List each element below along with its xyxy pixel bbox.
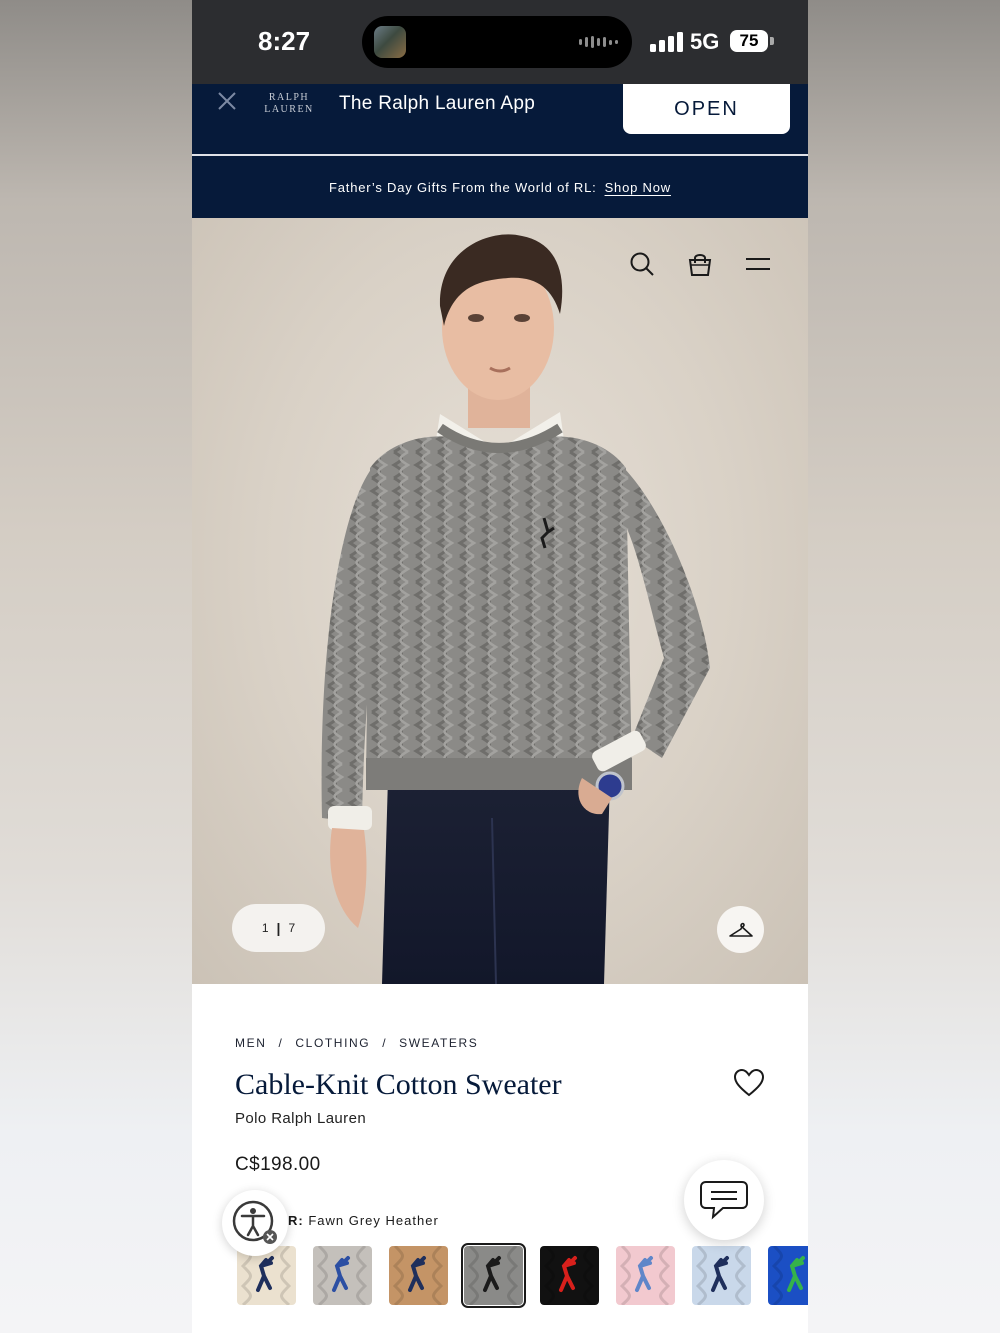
hanger-button[interactable] bbox=[717, 906, 764, 953]
breadcrumb-separator: / bbox=[382, 1036, 388, 1050]
breadcrumb-men[interactable]: MEN bbox=[235, 1036, 266, 1050]
polo-logo-icon bbox=[388, 1246, 448, 1305]
hanger-icon bbox=[728, 922, 753, 937]
battery-level: 75 bbox=[739, 31, 759, 50]
color-swatch[interactable] bbox=[312, 1246, 372, 1305]
polo-logo-icon bbox=[691, 1246, 751, 1305]
ralph-lauren-logo: RALPH LAUREN bbox=[260, 92, 318, 116]
polo-logo-icon bbox=[312, 1246, 372, 1305]
chat-button[interactable] bbox=[684, 1160, 764, 1240]
breadcrumb: MEN / CLOTHING / SWEATERS bbox=[235, 1036, 478, 1050]
polo-logo-icon bbox=[464, 1246, 524, 1305]
status-bar: 8:27 5G 75 bbox=[192, 0, 808, 84]
search-icon[interactable] bbox=[628, 250, 656, 278]
product-title: Cable-Knit Cotton Sweater bbox=[235, 1068, 562, 1101]
heart-icon[interactable] bbox=[733, 1068, 765, 1098]
gallery-separator: | bbox=[276, 920, 281, 936]
gallery-total: 7 bbox=[288, 921, 296, 935]
polo-logo-icon bbox=[540, 1246, 600, 1305]
close-icon[interactable] bbox=[216, 90, 238, 112]
menu-icon[interactable] bbox=[744, 250, 772, 278]
color-selection-label: R: Fawn Grey Heather bbox=[288, 1213, 439, 1228]
banner-title: The Ralph Lauren App bbox=[339, 93, 536, 114]
color-swatch[interactable] bbox=[767, 1246, 808, 1305]
app-download-banner: RALPH LAUREN The Ralph Lauren App OPEN bbox=[192, 84, 808, 156]
gallery-current: 1 bbox=[261, 921, 269, 935]
product-photo bbox=[321, 234, 710, 984]
now-playing-thumbnail bbox=[374, 26, 406, 58]
promo-text: Father’s Day Gifts From the World of RL: bbox=[329, 179, 597, 195]
chat-icon bbox=[700, 1181, 748, 1220]
color-label: R: bbox=[288, 1213, 304, 1228]
logo-line-1: RALPH bbox=[268, 92, 310, 103]
color-swatch[interactable] bbox=[461, 1243, 527, 1308]
accessibility-icon bbox=[232, 1200, 277, 1244]
color-swatch[interactable] bbox=[616, 1246, 675, 1305]
audio-wave-icon bbox=[579, 36, 618, 48]
network-type: 5G bbox=[690, 29, 720, 54]
shopping-bag-icon[interactable] bbox=[686, 250, 714, 278]
dynamic-island bbox=[362, 16, 632, 68]
accessibility-button[interactable] bbox=[222, 1190, 288, 1256]
battery-icon: 75 bbox=[730, 30, 768, 52]
shop-now-link[interactable]: Shop Now bbox=[605, 180, 671, 195]
polo-logo-icon bbox=[616, 1246, 675, 1305]
color-swatch[interactable] bbox=[388, 1246, 448, 1305]
color-swatch[interactable] bbox=[691, 1246, 751, 1305]
gallery-counter: 1 | 7 bbox=[232, 904, 325, 952]
color-swatches bbox=[237, 1243, 808, 1308]
breadcrumb-sweaters[interactable]: SWEATERS bbox=[399, 1036, 478, 1050]
battery-tip bbox=[770, 37, 774, 45]
signal-icon bbox=[650, 30, 683, 52]
product-price: C$198.00 bbox=[235, 1154, 321, 1175]
logo-line-2: LAUREN bbox=[264, 104, 314, 115]
color-value: Fawn Grey Heather bbox=[308, 1213, 439, 1228]
breadcrumb-clothing[interactable]: CLOTHING bbox=[295, 1036, 370, 1050]
promo-bar: Father’s Day Gifts From the World of RL:… bbox=[192, 156, 808, 218]
polo-logo-icon bbox=[767, 1246, 808, 1305]
product-brand: Polo Ralph Lauren bbox=[235, 1110, 367, 1127]
breadcrumb-separator: / bbox=[278, 1036, 284, 1050]
status-time: 8:27 bbox=[258, 26, 311, 56]
product-image-gallery[interactable]: 1 | 7 bbox=[192, 218, 808, 984]
phone-screen: 8:27 5G 75 RALPH LAUREN The Ralph Lauren… bbox=[192, 0, 808, 1333]
open-app-button[interactable]: OPEN bbox=[623, 84, 790, 134]
color-swatch[interactable] bbox=[540, 1246, 600, 1305]
